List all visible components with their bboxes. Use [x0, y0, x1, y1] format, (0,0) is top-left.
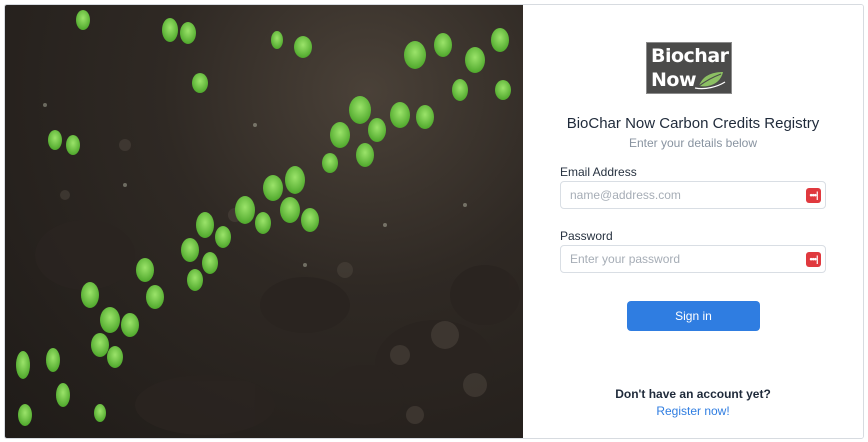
password-manager-icon[interactable]: •••| [806, 252, 821, 267]
seedlings-hero-image [5, 5, 523, 438]
email-label: Email Address [560, 165, 637, 179]
email-field[interactable] [561, 182, 800, 208]
sign-in-button[interactable]: Sign in [627, 301, 760, 331]
page-subtitle: Enter your details below [628, 136, 758, 150]
email-field-container: •••| [560, 181, 826, 209]
page-title: BioChar Now Carbon Credits Registry [566, 115, 820, 132]
biochar-now-logo: Biochar Now [646, 42, 732, 94]
logo-text-line1: Biochar [651, 45, 729, 67]
leaf-icon [694, 72, 726, 90]
seedlings-illustration [16, 10, 520, 435]
register-link[interactable]: Register now! [523, 404, 863, 418]
password-label: Password [560, 229, 613, 243]
login-window: Biochar Now BioChar Now Carbon Credits R… [4, 4, 864, 439]
logo-text-line2: Now [651, 69, 697, 91]
password-field[interactable] [561, 246, 800, 272]
password-field-container: •••| [560, 245, 826, 273]
password-manager-icon[interactable]: •••| [806, 188, 821, 203]
login-panel: Biochar Now BioChar Now Carbon Credits R… [523, 5, 863, 438]
no-account-text: Don't have an account yet? [615, 387, 771, 401]
